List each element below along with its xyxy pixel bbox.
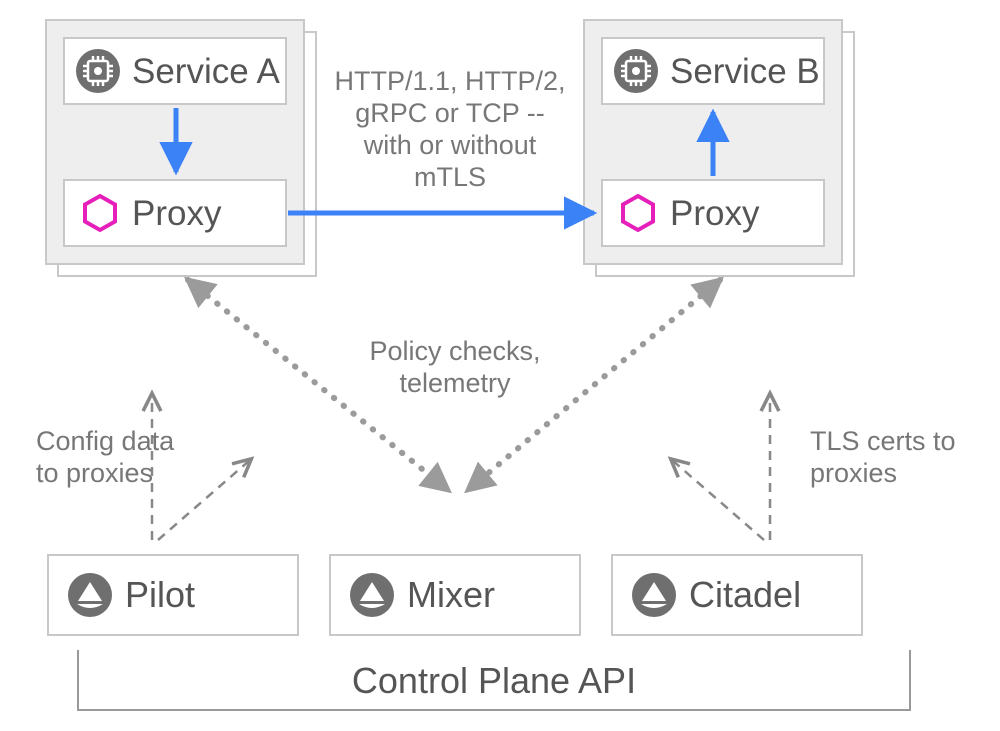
- svg-text:Policy checks,: Policy checks,: [369, 336, 540, 366]
- svg-text:telemetry: telemetry: [399, 368, 511, 398]
- svg-text:mTLS: mTLS: [414, 162, 486, 192]
- svg-text:with or without: with or without: [363, 130, 537, 160]
- control-plane-bracket: Control Plane API: [78, 650, 910, 710]
- service-b-label: Service B: [670, 52, 820, 91]
- tls-annotation: TLS certs to proxies: [810, 426, 956, 488]
- svg-text:to proxies: to proxies: [36, 458, 153, 488]
- pod-b: Service B Proxy: [584, 20, 854, 276]
- svg-text:TLS certs to: TLS certs to: [810, 426, 956, 456]
- citadel-box: Citadel: [612, 555, 862, 635]
- sailboat-icon: [632, 573, 676, 617]
- chip-icon: [614, 49, 658, 93]
- svg-text:Config data: Config data: [36, 426, 175, 456]
- service-a-label: Service A: [132, 52, 280, 91]
- architecture-diagram: Service A Proxy Service B Proxy: [0, 0, 1000, 731]
- dashed-citadel-diag: [672, 460, 764, 540]
- mixer-box: Mixer: [330, 555, 580, 635]
- control-plane-api-label: Control Plane API: [352, 660, 636, 701]
- proxy-b-label: Proxy: [670, 194, 760, 233]
- mixer-label: Mixer: [407, 574, 495, 615]
- svg-text:HTTP/1.1, HTTP/2,: HTTP/1.1, HTTP/2,: [334, 66, 565, 96]
- proxy-b-box: Proxy: [602, 180, 824, 246]
- policy-annotation: Policy checks, telemetry: [369, 336, 540, 398]
- protocol-annotation: HTTP/1.1, HTTP/2, gRPC or TCP -- with or…: [334, 66, 565, 192]
- service-b-box: Service B: [602, 38, 824, 104]
- pod-a: Service A Proxy: [46, 20, 316, 276]
- dashed-pilot-diag: [158, 460, 250, 540]
- sailboat-icon: [350, 573, 394, 617]
- svg-text:proxies: proxies: [810, 458, 897, 488]
- svg-text:gRPC or TCP --: gRPC or TCP --: [355, 98, 545, 128]
- citadel-label: Citadel: [689, 574, 801, 615]
- service-a-box: Service A: [64, 38, 286, 104]
- proxy-a-box: Proxy: [64, 180, 286, 246]
- sailboat-icon: [68, 573, 112, 617]
- chip-icon: [76, 49, 120, 93]
- pilot-label: Pilot: [125, 574, 195, 615]
- config-annotation: Config data to proxies: [36, 426, 175, 488]
- pilot-box: Pilot: [48, 555, 298, 635]
- proxy-a-label: Proxy: [132, 194, 222, 233]
